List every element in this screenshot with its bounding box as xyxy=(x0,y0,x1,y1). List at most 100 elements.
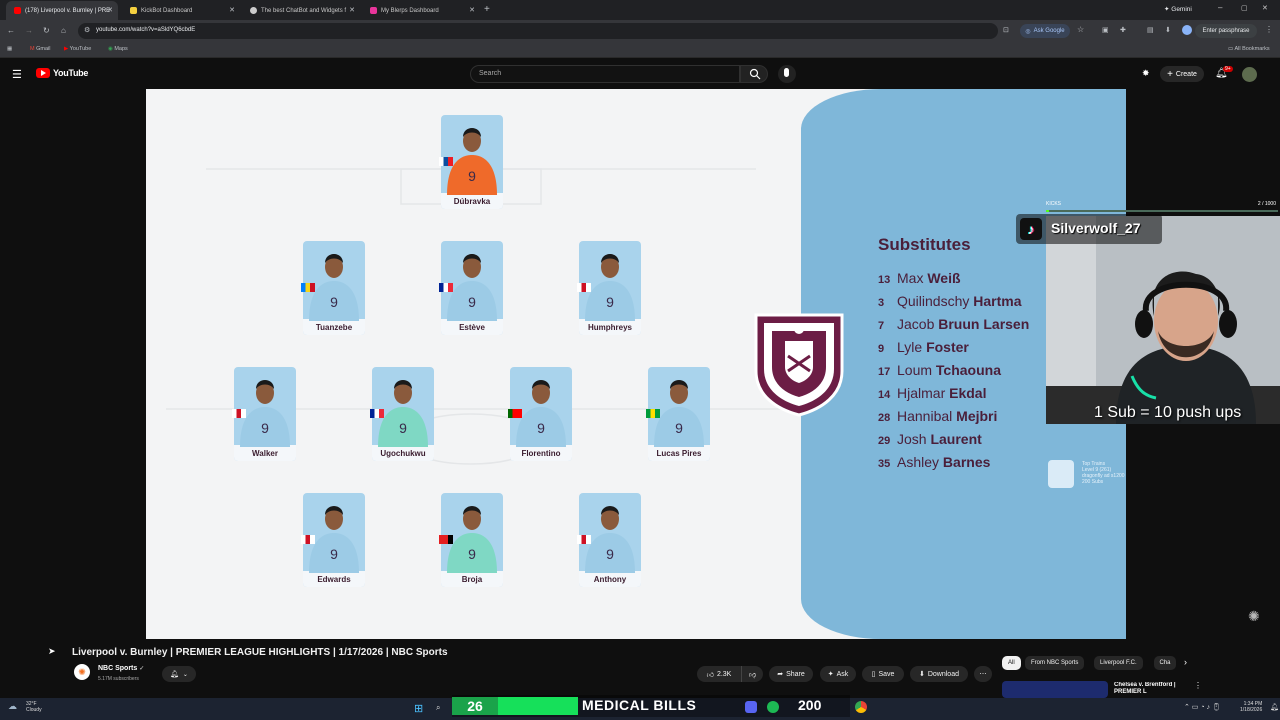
svg-text:9: 9 xyxy=(606,294,614,310)
save-button[interactable]: ▯ Save xyxy=(862,666,904,682)
player-name: Tuanzebe xyxy=(315,323,353,332)
tab-chatbot[interactable]: The best ChatBot and Widgets f ✕ xyxy=(242,1,360,20)
bookmark-youtube[interactable]: ▶ YouTube xyxy=(64,46,91,52)
windows-start-icon[interactable]: ⊞ xyxy=(414,702,423,715)
more-vertical-icon[interactable]: ⋮ xyxy=(1194,681,1202,690)
chip-all[interactable]: All xyxy=(1002,656,1021,670)
profile-avatar[interactable] xyxy=(1182,25,1192,35)
save-label: Save xyxy=(878,670,895,678)
chrome-icon[interactable] xyxy=(855,701,867,713)
youtube-logo-text: YouTube xyxy=(53,68,89,78)
player-name: Edwards xyxy=(317,575,351,584)
thumbs-down-icon: 👎︎ xyxy=(748,671,757,679)
home-icon[interactable]: ⌂ xyxy=(61,26,66,35)
dislike-button[interactable]: 👎︎ xyxy=(741,666,763,682)
ask-button[interactable]: ✦ Ask xyxy=(820,666,856,682)
close-icon[interactable]: ✕ xyxy=(107,6,113,14)
maximize-icon[interactable]: ▢ xyxy=(1241,4,1248,12)
cast-icon[interactable]: ✸ xyxy=(1142,68,1150,79)
svg-text:9: 9 xyxy=(468,168,476,184)
chevron-down-icon: ⌄ xyxy=(182,671,188,678)
sidepanel-icon[interactable]: ▤ xyxy=(1147,26,1154,34)
channel-name[interactable]: NBC Sports ✓ xyxy=(98,665,144,672)
create-button[interactable]: + Create xyxy=(1160,66,1204,82)
tab-blerps[interactable]: My Blerps Dashboard ✕ xyxy=(362,1,480,20)
taskbar-search-icon[interactable]: ⌕ xyxy=(436,703,440,713)
puzzle-icon[interactable]: ✚ xyxy=(1120,26,1126,34)
site-info-icon[interactable]: ⚙ xyxy=(84,26,90,34)
spotify-icon[interactable] xyxy=(767,701,779,713)
like-button[interactable]: 👍︎ 2.3K xyxy=(697,666,741,682)
install-icon[interactable]: ⊡ xyxy=(1003,26,1009,34)
ask-google-button[interactable]: ◎ Ask Google xyxy=(1020,24,1070,38)
chip-from-nbc[interactable]: From NBC Sports xyxy=(1025,656,1085,670)
close-icon[interactable]: ✕ xyxy=(349,6,355,14)
svg-text:9: 9 xyxy=(399,420,407,436)
more-horizontal-icon: ⋯ xyxy=(979,671,987,678)
svg-text:9: 9 xyxy=(330,294,338,310)
extension-icon[interactable]: ▣ xyxy=(1102,26,1109,34)
close-icon[interactable]: ✕ xyxy=(469,6,475,14)
kicks-progress-fill xyxy=(1046,210,1049,212)
chip-cha[interactable]: Cha xyxy=(1154,656,1176,670)
gemini-button[interactable]: ✦ Gemini xyxy=(1164,5,1192,13)
recommended-title[interactable]: Chelsea v. Brentford | PREMIER L xyxy=(1114,682,1190,696)
hamburger-menu-icon[interactable]: ☰ xyxy=(12,68,22,81)
reload-icon[interactable]: ↻ xyxy=(43,26,50,35)
bookmark-star-icon[interactable]: ☆ xyxy=(1077,25,1084,34)
search-icon xyxy=(749,68,761,80)
bookmark-gmail[interactable]: M Gmail xyxy=(30,46,51,52)
player-name: Humphreys xyxy=(587,323,632,332)
minimize-icon[interactable]: – xyxy=(1218,3,1222,12)
nationality-flag-icon xyxy=(370,409,384,418)
video-player[interactable]: 9 Dúbravka 9 Tuanzebe 9 Estève 9 Humphreys 9 Walk… xyxy=(146,89,1126,639)
subscribe-bell-button[interactable]: 🔔︎ ⌄ xyxy=(162,666,196,682)
bookmark-maps[interactable]: ◉ Maps xyxy=(108,46,128,52)
close-window-icon[interactable]: ✕ xyxy=(1262,4,1268,12)
nationality-flag-icon xyxy=(301,283,315,292)
weather-widget[interactable]: 32°F Cloudy xyxy=(26,701,42,713)
share-button[interactable]: ➦ Share xyxy=(769,666,813,682)
system-tray-icons[interactable]: ⌃ ▭ ◔ ♪ 🔋︎ xyxy=(1184,703,1221,711)
channel-avatar[interactable]: ✺ xyxy=(74,664,90,680)
notification-bell-icon[interactable]: 🔔︎ xyxy=(1270,703,1279,711)
search-input[interactable]: Search xyxy=(470,65,740,83)
ask-label: Ask xyxy=(836,670,849,678)
tab-youtube[interactable]: (178) Liverpool v. Burnley | PRE ✕ xyxy=(6,1,118,20)
address-bar[interactable] xyxy=(78,23,998,39)
voice-search-button[interactable] xyxy=(778,65,796,83)
recommended-thumbnail[interactable] xyxy=(1002,681,1108,698)
download-button[interactable]: ⬇ Download xyxy=(910,666,968,682)
url-text[interactable]: youtube.com/watch?v=aSldYQ6cbdE xyxy=(96,27,195,33)
nationality-flag-icon xyxy=(439,283,453,292)
enter-passphrase-button[interactable]: Enter passphrase xyxy=(1195,24,1257,38)
back-icon[interactable]: ← xyxy=(7,26,15,35)
tab-kickbot[interactable]: KickBot Dashboard ✕ xyxy=(122,1,240,20)
clock[interactable]: 1:34 PM 1/18/2026 xyxy=(1240,701,1262,713)
forward-icon[interactable]: → xyxy=(25,26,33,35)
search-button[interactable] xyxy=(740,65,768,83)
new-tab-icon[interactable]: + xyxy=(484,4,490,15)
svg-text:9: 9 xyxy=(330,546,338,562)
player-name: Lucas Pires xyxy=(656,449,702,458)
svg-text:9: 9 xyxy=(675,420,683,436)
account-avatar[interactable] xyxy=(1242,67,1257,82)
tiktok-username: Silverwolf_27 xyxy=(1051,220,1141,236)
svg-text:9: 9 xyxy=(261,420,269,436)
svg-text:9: 9 xyxy=(606,546,614,562)
discord-icon[interactable] xyxy=(745,701,757,713)
bookmark-label: Gmail xyxy=(36,46,51,52)
kicks-goal-bar: KICKS 2 / 1000 xyxy=(1046,201,1278,213)
menu-dots-icon[interactable]: ⋮ xyxy=(1265,25,1273,34)
apps-icon[interactable]: ▦ xyxy=(7,46,12,52)
youtube-logo[interactable]: YouTube xyxy=(36,68,88,78)
train-icon xyxy=(1048,460,1074,488)
more-actions-button[interactable]: ⋯ xyxy=(974,666,992,682)
all-bookmarks[interactable]: ▭ All Bookmarks xyxy=(1228,46,1270,52)
close-icon[interactable]: ✕ xyxy=(229,6,235,14)
chip-liverpool[interactable]: Liverpool F.C. xyxy=(1094,656,1143,670)
browser-tab-bar: (178) Liverpool v. Burnley | PRE ✕ KickB… xyxy=(0,0,1280,20)
bookmark-icon: ▯ xyxy=(871,671,876,678)
download-icon[interactable]: ⬇ xyxy=(1165,26,1171,34)
chevron-right-icon[interactable]: › xyxy=(1184,657,1187,667)
